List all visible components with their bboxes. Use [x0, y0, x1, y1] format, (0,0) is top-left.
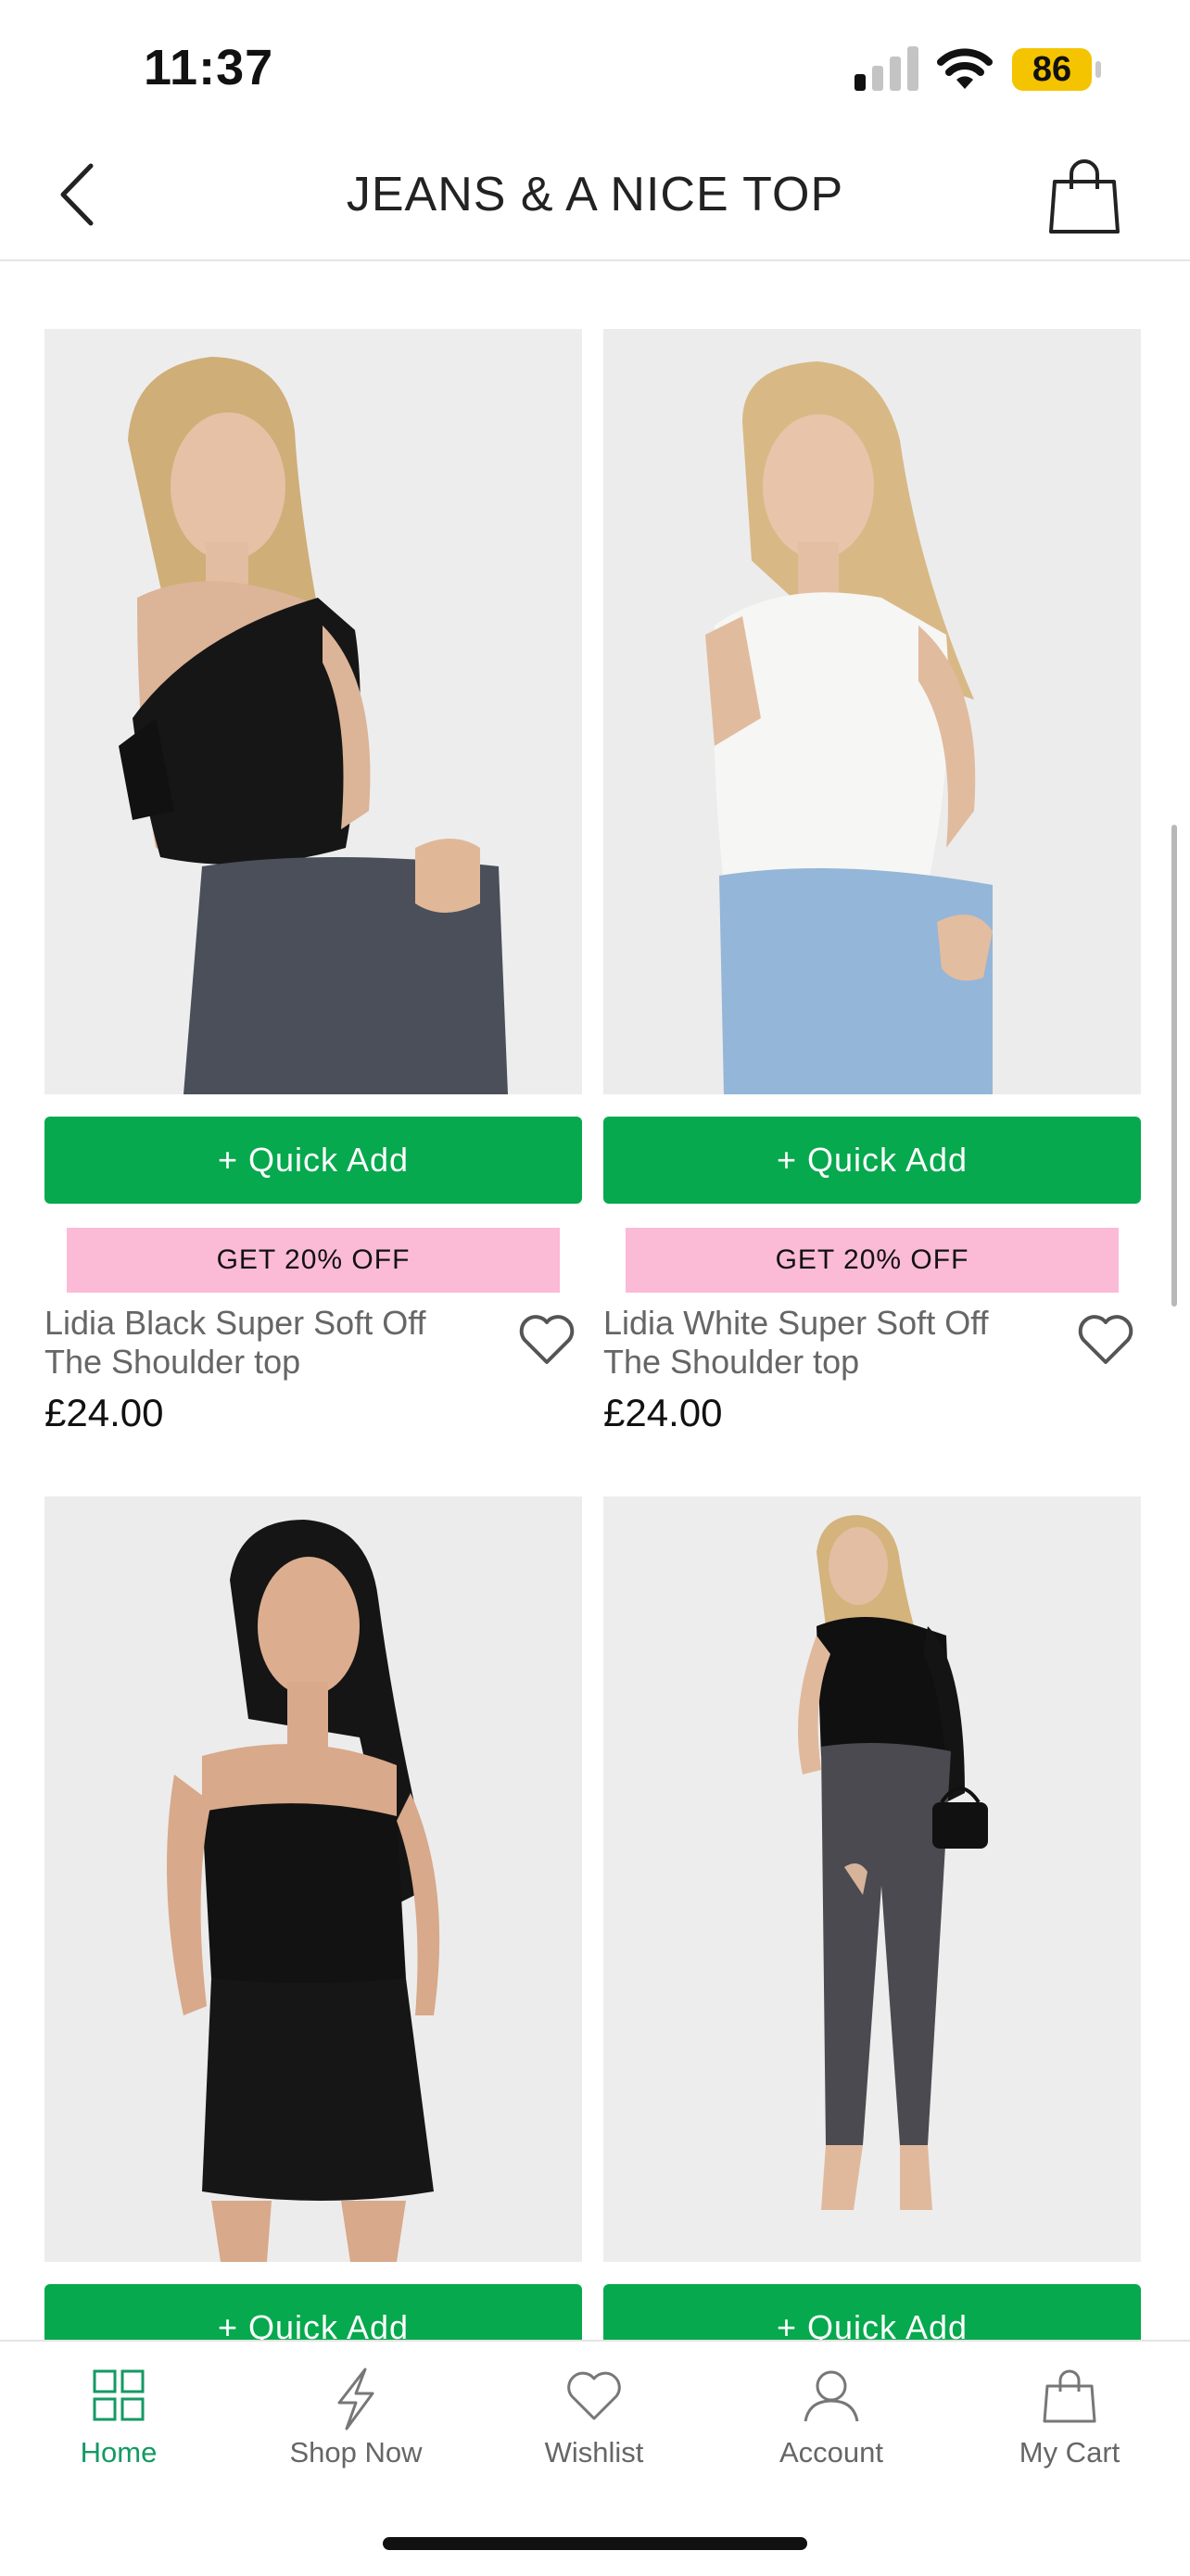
- product-price: £24.00: [603, 1391, 723, 1434]
- tab-label: Shop Now: [289, 2436, 423, 2469]
- shopping-bag-icon: [1049, 159, 1120, 234]
- tab-label: Wishlist: [544, 2436, 644, 2469]
- scrollbar[interactable]: [1171, 825, 1177, 1307]
- tab-my-cart[interactable]: My Cart: [968, 2368, 1171, 2497]
- wifi-icon: [937, 48, 993, 89]
- bag-icon: [1043, 2369, 1096, 2423]
- product-name[interactable]: Lidia Black Super Soft Off The Shoulder …: [44, 1304, 489, 1382]
- home-indicator[interactable]: [383, 2537, 807, 2550]
- promo-badge: GET 20% OFF: [626, 1228, 1119, 1293]
- heart-icon: [567, 2371, 621, 2420]
- tab-wishlist[interactable]: Wishlist: [492, 2368, 696, 2497]
- tab-label: My Cart: [1019, 2436, 1120, 2469]
- tab-account[interactable]: Account: [729, 2368, 933, 2497]
- heart-icon: [519, 1315, 575, 1364]
- product-price: £24.00: [44, 1391, 164, 1434]
- tab-label: Account: [779, 2436, 883, 2469]
- tab-label: Home: [80, 2436, 158, 2469]
- top-navigation-bar: JEANS & A NICE TOP: [0, 130, 1190, 261]
- page-title: JEANS & A NICE TOP: [346, 168, 844, 221]
- product-image[interactable]: [44, 1496, 582, 2262]
- person-icon: [804, 2370, 859, 2422]
- grid-icon: [93, 2369, 145, 2421]
- wishlist-heart-button[interactable]: [1076, 1311, 1135, 1367]
- cart-button[interactable]: [1047, 158, 1121, 235]
- product-name[interactable]: Lidia White Super Soft Off The Shoulder …: [603, 1304, 1048, 1382]
- lightning-icon: [337, 2368, 374, 2431]
- heart-icon: [1078, 1315, 1133, 1364]
- battery-level: 86: [1012, 48, 1092, 91]
- tab-home[interactable]: Home: [17, 2368, 221, 2497]
- cellular-signal-icon: [855, 46, 918, 91]
- status-bar: 11:37 86: [0, 0, 1190, 130]
- status-time: 11:37: [144, 40, 274, 95]
- product-image[interactable]: [44, 329, 582, 1094]
- battery-icon: 86: [1012, 48, 1105, 91]
- quick-add-button[interactable]: + Quick Add: [44, 1117, 582, 1204]
- wishlist-heart-button[interactable]: [517, 1311, 576, 1367]
- tab-shop-now[interactable]: Shop Now: [254, 2368, 458, 2497]
- quick-add-button[interactable]: + Quick Add: [603, 1117, 1141, 1204]
- product-image[interactable]: [603, 1496, 1141, 2262]
- product-image[interactable]: [603, 329, 1141, 1094]
- promo-badge: GET 20% OFF: [67, 1228, 560, 1293]
